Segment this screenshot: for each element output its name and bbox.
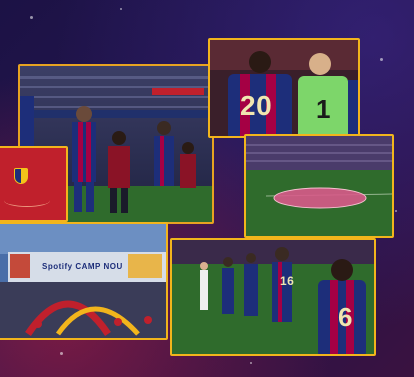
photo-players-back-image	[210, 40, 358, 136]
photo-walkout-line: 16 6	[170, 238, 376, 356]
jersey-number-16: 16	[280, 274, 295, 288]
jersey-number-1: 1	[316, 94, 331, 124]
photo-camp-nou-exterior: Spotify CAMP NOU	[0, 222, 168, 340]
jersey-number-6: 6	[338, 302, 353, 332]
photo-players-back: 20 1	[208, 38, 360, 138]
photo-camp-nou-image	[0, 224, 166, 338]
photo-pitch-centre	[244, 134, 394, 238]
photo-pitch-centre-image	[246, 136, 392, 236]
jersey-number-20: 20	[240, 90, 273, 121]
stadium-sign: Spotify CAMP NOU	[42, 262, 123, 271]
card-decoration	[4, 194, 50, 207]
crest-icon	[14, 168, 28, 184]
photo-walkout-image	[172, 240, 374, 354]
photo-red-crest-card	[0, 146, 68, 222]
